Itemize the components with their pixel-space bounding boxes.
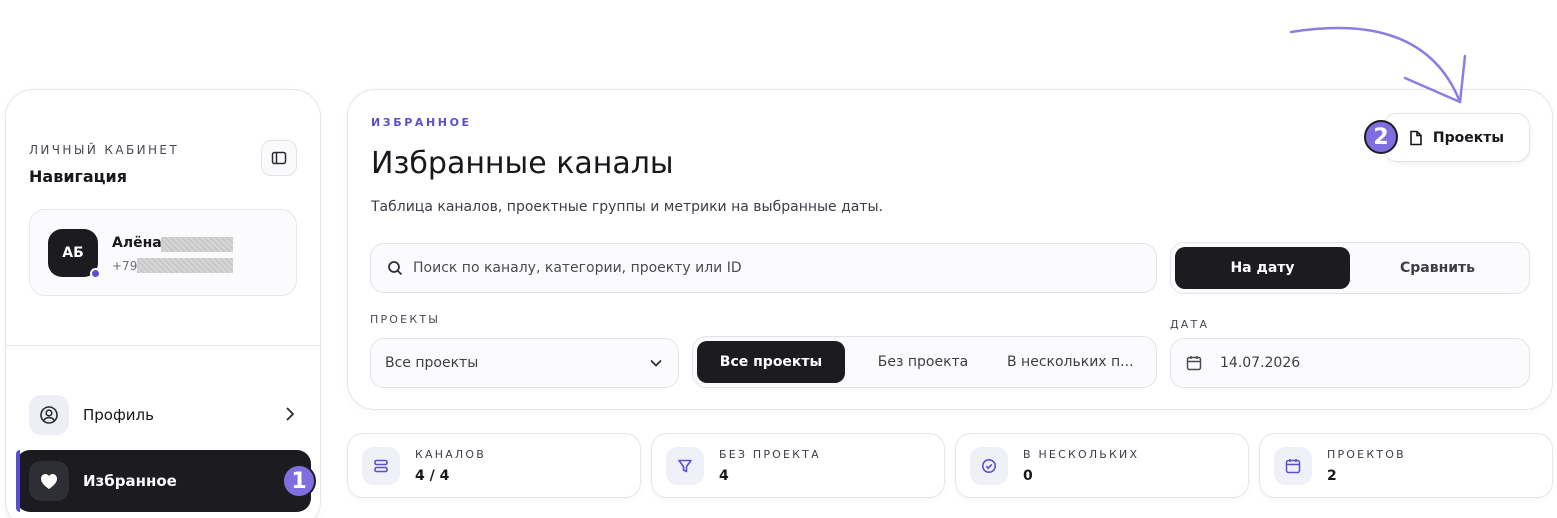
- sidebar-item-profile[interactable]: Профиль: [16, 384, 311, 446]
- search-input[interactable]: [413, 260, 1113, 276]
- projects-button[interactable]: Проекты: [1383, 113, 1530, 162]
- project-filter-tabs: Все проекты Без проекта В нескольких п..…: [692, 336, 1157, 388]
- file-icon: [1410, 130, 1422, 145]
- chevron-right-icon: [286, 407, 295, 421]
- stat-label: В НЕСКОЛЬКИХ: [1023, 448, 1140, 461]
- hint-arrow: [1289, 26, 1467, 104]
- projects-select-value: Все проекты: [385, 355, 479, 371]
- projects-select[interactable]: Все проекты: [370, 338, 679, 388]
- calendar-icon: [1285, 459, 1301, 474]
- page-title: Избранные каналы: [371, 146, 674, 181]
- calendar-icon: [1186, 356, 1202, 371]
- stat-card-no-project: БЕЗ ПРОЕКТА 4: [651, 433, 945, 498]
- filter-icon: [678, 459, 692, 473]
- mode-switch: На дату Сравнить: [1170, 242, 1530, 294]
- page-description: Таблица каналов, проектные группы и метр…: [371, 199, 884, 215]
- stat-label: ПРОЕКТОВ: [1327, 448, 1406, 461]
- projects-label: ПРОЕКТЫ: [370, 313, 441, 326]
- mode-on-date[interactable]: На дату: [1175, 247, 1350, 289]
- sidebar-collapse-button[interactable]: [261, 140, 297, 176]
- filter-all-projects[interactable]: Все проекты: [697, 341, 845, 383]
- stat-value: 4 / 4: [415, 468, 450, 484]
- heart-icon: [41, 474, 57, 489]
- date-field[interactable]: 14.07.2026: [1170, 338, 1530, 388]
- filter-multiple-projects[interactable]: В нескольких п...: [1001, 341, 1151, 383]
- user-name: Алёна: [112, 235, 162, 251]
- sidebar-item-label: Избранное: [83, 472, 177, 490]
- sidebar-item-label: Профиль: [83, 406, 154, 424]
- step-badge-1: 1: [282, 464, 316, 498]
- section-kicker: ИЗБРАННОЕ: [371, 116, 472, 129]
- sidebar-kicker: ЛИЧНЫЙ КАБИНЕТ: [29, 143, 180, 157]
- mode-compare[interactable]: Сравнить: [1350, 247, 1525, 289]
- stat-card-projects: ПРОЕКТОВ 2: [1259, 433, 1553, 498]
- sidebar-item-favorites[interactable]: Избранное: [16, 450, 311, 512]
- step-badge-2: 2: [1364, 120, 1398, 154]
- redacted-phone: [137, 258, 233, 273]
- projects-button-label: Проекты: [1432, 129, 1505, 146]
- user-circle-icon: [40, 406, 58, 424]
- filter-no-project[interactable]: Без проекта: [845, 341, 1001, 383]
- redacted-name: [161, 237, 233, 252]
- sidebar-title: Навигация: [29, 167, 128, 186]
- layers-icon: [374, 459, 388, 473]
- search-icon: [388, 261, 403, 276]
- sidebar: ЛИЧНЫЙ КАБИНЕТ Навигация АБ Алёна +79 Пр…: [5, 89, 321, 518]
- stat-label: КАНАЛОВ: [415, 448, 487, 461]
- stat-value: 2: [1327, 468, 1337, 484]
- check-circle-icon: [982, 459, 996, 473]
- online-status-dot: [90, 268, 101, 279]
- stat-value: 0: [1023, 468, 1033, 484]
- sidebar-toggle-icon: [271, 151, 287, 165]
- date-label: ДАТА: [1170, 318, 1210, 331]
- date-value: 14.07.2026: [1220, 355, 1301, 371]
- stat-label: БЕЗ ПРОЕКТА: [719, 448, 821, 461]
- sidebar-divider: [6, 345, 320, 346]
- stat-value: 4: [719, 468, 729, 484]
- stat-card-multiple: В НЕСКОЛЬКИХ 0: [955, 433, 1249, 498]
- user-phone: +79: [112, 259, 138, 273]
- search-box[interactable]: [370, 243, 1157, 293]
- user-card[interactable]: АБ Алёна +79: [29, 209, 297, 296]
- chevron-down-icon: [650, 359, 662, 367]
- stat-card-channels: КАНАЛОВ 4 / 4: [347, 433, 641, 498]
